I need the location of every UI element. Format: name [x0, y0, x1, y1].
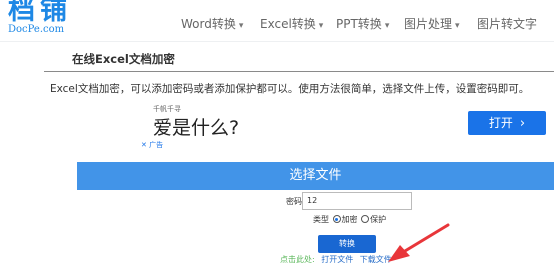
ad-open-button[interactable]: 打开 › [468, 111, 546, 135]
close-icon[interactable]: ✕ [141, 141, 147, 149]
intro-text: Excel文档加密，可以添加密码或者添加保护都可以。使用方法很简单，选择文件上传… [50, 83, 530, 95]
open-file-link[interactable]: 打开文件 [321, 255, 353, 264]
password-input[interactable]: 12 [302, 192, 412, 210]
radio-encrypt[interactable]: 加密 [332, 215, 358, 224]
radio-encrypt-label: 加密 [341, 215, 358, 224]
nav-item-label: Excel转换 [260, 17, 316, 31]
type-label: 类型 [313, 215, 329, 224]
red-arrow-pointer-icon [388, 223, 450, 262]
ad-open-label: 打开 [488, 116, 513, 130]
chevron-right-icon: › [519, 116, 526, 131]
ad-label: 广告 [149, 141, 164, 149]
caret-down-icon: ▾ [384, 21, 390, 31]
ad-banner[interactable]: 千帆千寻 爱是什么? 打开 › [141, 98, 554, 146]
nav-item-label: 图片转文字 [477, 17, 538, 31]
password-label: 密码 [286, 197, 302, 206]
nav-item-word[interactable]: Word转换 ▾ [181, 15, 243, 35]
result-links: 点击此处: 打开文件 下载文件 [280, 255, 392, 265]
ad-advertiser: 千帆千寻 [153, 105, 181, 113]
nav-item-ppt[interactable]: PPT转换 ▾ [336, 15, 389, 35]
nav-item-ocr[interactable]: 图片转文字 [477, 15, 537, 33]
nav-item-excel[interactable]: Excel转换 ▾ [260, 15, 323, 35]
nav-item-image[interactable]: 图片处理 ▾ [404, 15, 460, 35]
ad-headline: 爱是什么? [153, 117, 240, 139]
ad-choices-mark[interactable]: ✕ 广告 [141, 141, 163, 150]
site-logo[interactable]: 档铺 DocPe.com [8, 0, 88, 40]
type-options: 类型 加密 保护 [313, 215, 386, 225]
page-title: 在线Excel文档加密 [72, 52, 175, 66]
convert-button[interactable]: 转换 [318, 235, 376, 253]
radio-unselected-icon[interactable] [361, 215, 370, 223]
nav-item-label: PPT转换 [336, 17, 382, 31]
result-label: 点击此处: [280, 255, 315, 264]
caret-down-icon: ▾ [238, 21, 244, 31]
choose-file-button[interactable]: 选择文件 [77, 162, 554, 190]
header-divider [0, 41, 554, 42]
logo-domain: DocPe.com [8, 24, 65, 35]
nav-item-label: Word转换 [181, 17, 236, 31]
nav-item-label: 图片处理 [404, 17, 453, 31]
caret-down-icon: ▾ [455, 21, 460, 31]
title-divider [44, 71, 554, 72]
caret-down-icon: ▾ [318, 21, 324, 31]
radio-selected-icon[interactable] [332, 215, 341, 223]
